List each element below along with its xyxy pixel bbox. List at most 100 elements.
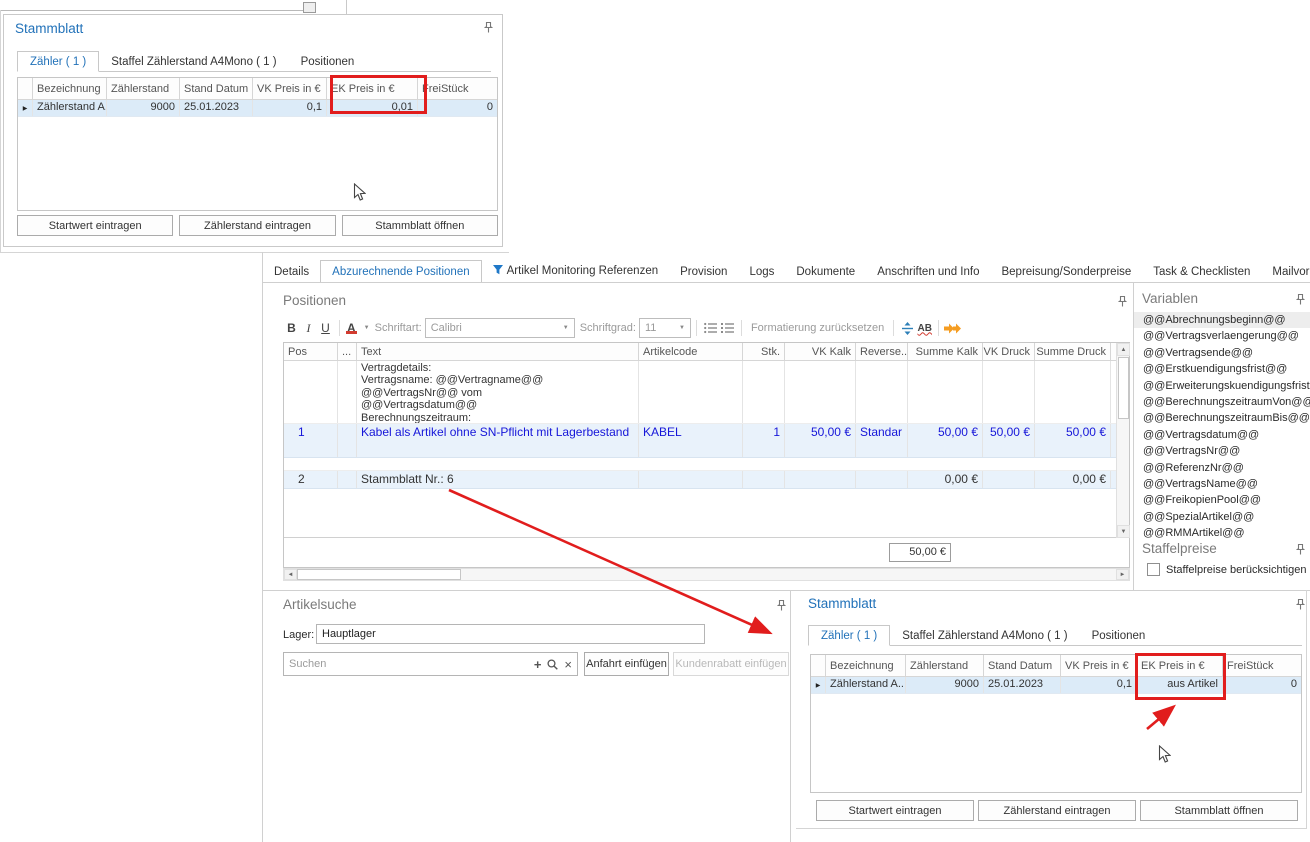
pin-icon[interactable] [1296, 294, 1305, 308]
pin-icon[interactable] [1118, 296, 1127, 310]
scrollbar-thumb[interactable] [297, 569, 461, 580]
add-icon[interactable]: + [531, 657, 545, 672]
col-vk-preis[interactable]: VK Preis in € [1061, 655, 1137, 677]
italic-button[interactable]: I [300, 319, 317, 338]
vertical-scrollbar[interactable]: ▲ ▼ [1116, 343, 1129, 538]
table-row[interactable]: ▶ Zählerstand A... 9000 25.01.2023 0,1 a… [811, 677, 1301, 694]
col-vk-druck[interactable]: VK Druck [983, 343, 1035, 361]
scroll-down-icon[interactable]: ▼ [1117, 525, 1130, 538]
list-item[interactable]: @@Erweiterungskuendigungsfrist@@ [1134, 378, 1310, 394]
anfahrt-einfuegen-button[interactable]: Anfahrt einfügen [584, 652, 669, 676]
tab-positionen[interactable]: Positionen [1080, 626, 1158, 645]
tab-anschriften-und-info[interactable]: Anschriften und Info [866, 261, 990, 282]
col-zaehlerstand[interactable]: Zählerstand [906, 655, 984, 677]
col-summe-druck[interactable]: Summe Druck [1035, 343, 1111, 361]
col-bezeichnung[interactable]: Bezeichnung [33, 78, 107, 100]
col-freistueck[interactable]: FreiStück [418, 78, 497, 100]
col-artikelcode[interactable]: Artikelcode [639, 343, 743, 361]
split-rows-icon[interactable] [899, 319, 916, 338]
tab-logs[interactable]: Logs [738, 261, 785, 282]
col-zaehlerstand[interactable]: Zählerstand [107, 78, 180, 100]
col-bezeichnung[interactable]: Bezeichnung [826, 655, 906, 677]
pin-icon[interactable] [484, 22, 493, 36]
font-family-select[interactable]: Calibri▼ [425, 318, 575, 338]
pin-icon[interactable] [1296, 544, 1305, 558]
list-item[interactable]: @@Vertragsverlaengerung@@ [1134, 328, 1310, 344]
bullet-list-icon[interactable] [702, 319, 719, 338]
tab-dokumente[interactable]: Dokumente [785, 261, 866, 282]
zaehlerstand-eintragen-button[interactable]: Zählerstand eintragen [179, 215, 335, 236]
top-strip-button[interactable] [303, 2, 316, 13]
cell-freistueck: 0 [1223, 677, 1301, 693]
tab-mailvorlage[interactable]: Mailvorlage [1261, 261, 1310, 282]
tab-artikel-monitoring-referenzen[interactable]: Artikel Monitoring Referenzen [482, 260, 670, 282]
pin-icon[interactable] [777, 600, 786, 614]
underline-button[interactable]: U [317, 319, 334, 338]
list-item[interactable]: @@ReferenzNr@@ [1134, 460, 1310, 476]
scroll-left-icon[interactable]: ◄ [284, 569, 297, 580]
col-stk[interactable]: Stk. [743, 343, 785, 361]
col-dots[interactable]: ... [338, 343, 357, 361]
col-stand-datum[interactable]: Stand Datum [180, 78, 253, 100]
tab-zaehler[interactable]: Zähler ( 1 ) [808, 625, 890, 646]
col-text[interactable]: Text [357, 343, 639, 361]
spellcheck-icon[interactable]: AB [916, 319, 933, 338]
table-row[interactable]: Vertragdetails: Vertragsname: @@Vertragn… [284, 361, 1129, 424]
tab-task-checklisten[interactable]: Task & Checklisten [1142, 261, 1261, 282]
list-item[interactable]: @@Erstkuendigungsfrist@@ [1134, 361, 1310, 377]
close-icon[interactable]: × [561, 657, 577, 672]
insert-variable-icon[interactable] [944, 319, 963, 338]
list-item[interactable]: @@BerechnungszeitraumBis@@ [1134, 410, 1310, 426]
tab-bepreisung-sonderpreise[interactable]: Bepreisung/Sonderpreise [990, 261, 1142, 282]
col-vk-kalk[interactable]: VK Kalk [785, 343, 856, 361]
lager-input[interactable] [316, 624, 705, 644]
bold-button[interactable]: B [283, 319, 300, 338]
list-item[interactable]: @@VertragsNr@@ [1134, 443, 1310, 459]
horizontal-scrollbar[interactable]: ◄ ► [283, 568, 1130, 581]
tab-positionen[interactable]: Positionen [289, 52, 367, 71]
numbered-list-icon[interactable] [719, 319, 736, 338]
list-item[interactable]: @@BerechnungszeitraumVon@@ [1134, 394, 1310, 410]
list-item[interactable]: @@Vertragsende@@ [1134, 345, 1310, 361]
stammblatt-oeffnen-button[interactable]: Stammblatt öffnen [342, 215, 498, 236]
zaehlerstand-eintragen-button[interactable]: Zählerstand eintragen [978, 800, 1136, 821]
list-item[interactable]: @@SpezialArtikel@@ [1134, 509, 1310, 525]
tab-abzurechnende-positionen[interactable]: Abzurechnende Positionen [320, 260, 481, 283]
col-vk-preis[interactable]: VK Preis in € [253, 78, 327, 100]
scroll-up-icon[interactable]: ▲ [1117, 343, 1130, 356]
table-row[interactable]: 1 Kabel als Artikel ohne SN-Pflicht mit … [284, 424, 1129, 458]
search-icon[interactable] [544, 659, 561, 670]
list-item[interactable]: @@Abrechnungsbeginn@@ [1134, 312, 1310, 328]
list-item[interactable]: @@RMMArtikel@@ [1134, 525, 1310, 541]
list-item[interactable]: @@VertragsName@@ [1134, 476, 1310, 492]
col-freistueck[interactable]: FreiStück [1223, 655, 1301, 677]
font-color-button[interactable]: A▼ [345, 319, 370, 338]
staffelpreise-checkbox-label[interactable]: Staffelpreise berücksichtigen [1166, 564, 1306, 576]
col-pos[interactable]: Pos [284, 343, 338, 361]
tab-provision[interactable]: Provision [669, 261, 738, 282]
table-row[interactable]: 2 Stammblatt Nr.: 6 0,00 € 0,00 € [284, 471, 1129, 489]
stammblatt-oeffnen-button[interactable]: Stammblatt öffnen [1140, 800, 1298, 821]
scrollbar-thumb[interactable] [1118, 357, 1129, 419]
font-size-select[interactable]: 11▼ [639, 318, 691, 338]
col-reverse[interactable]: Reverse... [856, 343, 908, 361]
kundenrabatt-einfuegen-button[interactable]: Kundenrabatt einfügen [673, 652, 789, 676]
table-row[interactable]: ▶ Zählerstand A... 9000 25.01.2023 0,1 0… [18, 100, 497, 117]
list-item[interactable]: @@Vertragsdatum@@ [1134, 427, 1310, 443]
pin-icon[interactable] [1296, 599, 1305, 613]
startwert-eintragen-button[interactable]: Startwert eintragen [816, 800, 974, 821]
tab-details[interactable]: Details [263, 261, 320, 282]
list-item[interactable]: @@FreikopienPool@@ [1134, 492, 1310, 508]
scroll-right-icon[interactable]: ► [1116, 569, 1129, 580]
col-summe-kalk[interactable]: Summe Kalk [908, 343, 983, 361]
col-stand-datum[interactable]: Stand Datum [984, 655, 1061, 677]
tab-zaehler[interactable]: Zähler ( 1 ) [17, 51, 99, 72]
search-input[interactable] [284, 654, 531, 674]
startwert-eintragen-button[interactable]: Startwert eintragen [17, 215, 173, 236]
reset-formatting-button[interactable]: Formatierung zurücksetzen [747, 322, 888, 334]
tab-staffel[interactable]: Staffel Zählerstand A4Mono ( 1 ) [890, 626, 1079, 645]
col-ek-preis[interactable]: EK Preis in € [327, 78, 418, 100]
col-ek-preis[interactable]: EK Preis in € [1137, 655, 1223, 677]
tab-staffel[interactable]: Staffel Zählerstand A4Mono ( 1 ) [99, 52, 288, 71]
staffelpreise-checkbox[interactable] [1147, 563, 1160, 576]
